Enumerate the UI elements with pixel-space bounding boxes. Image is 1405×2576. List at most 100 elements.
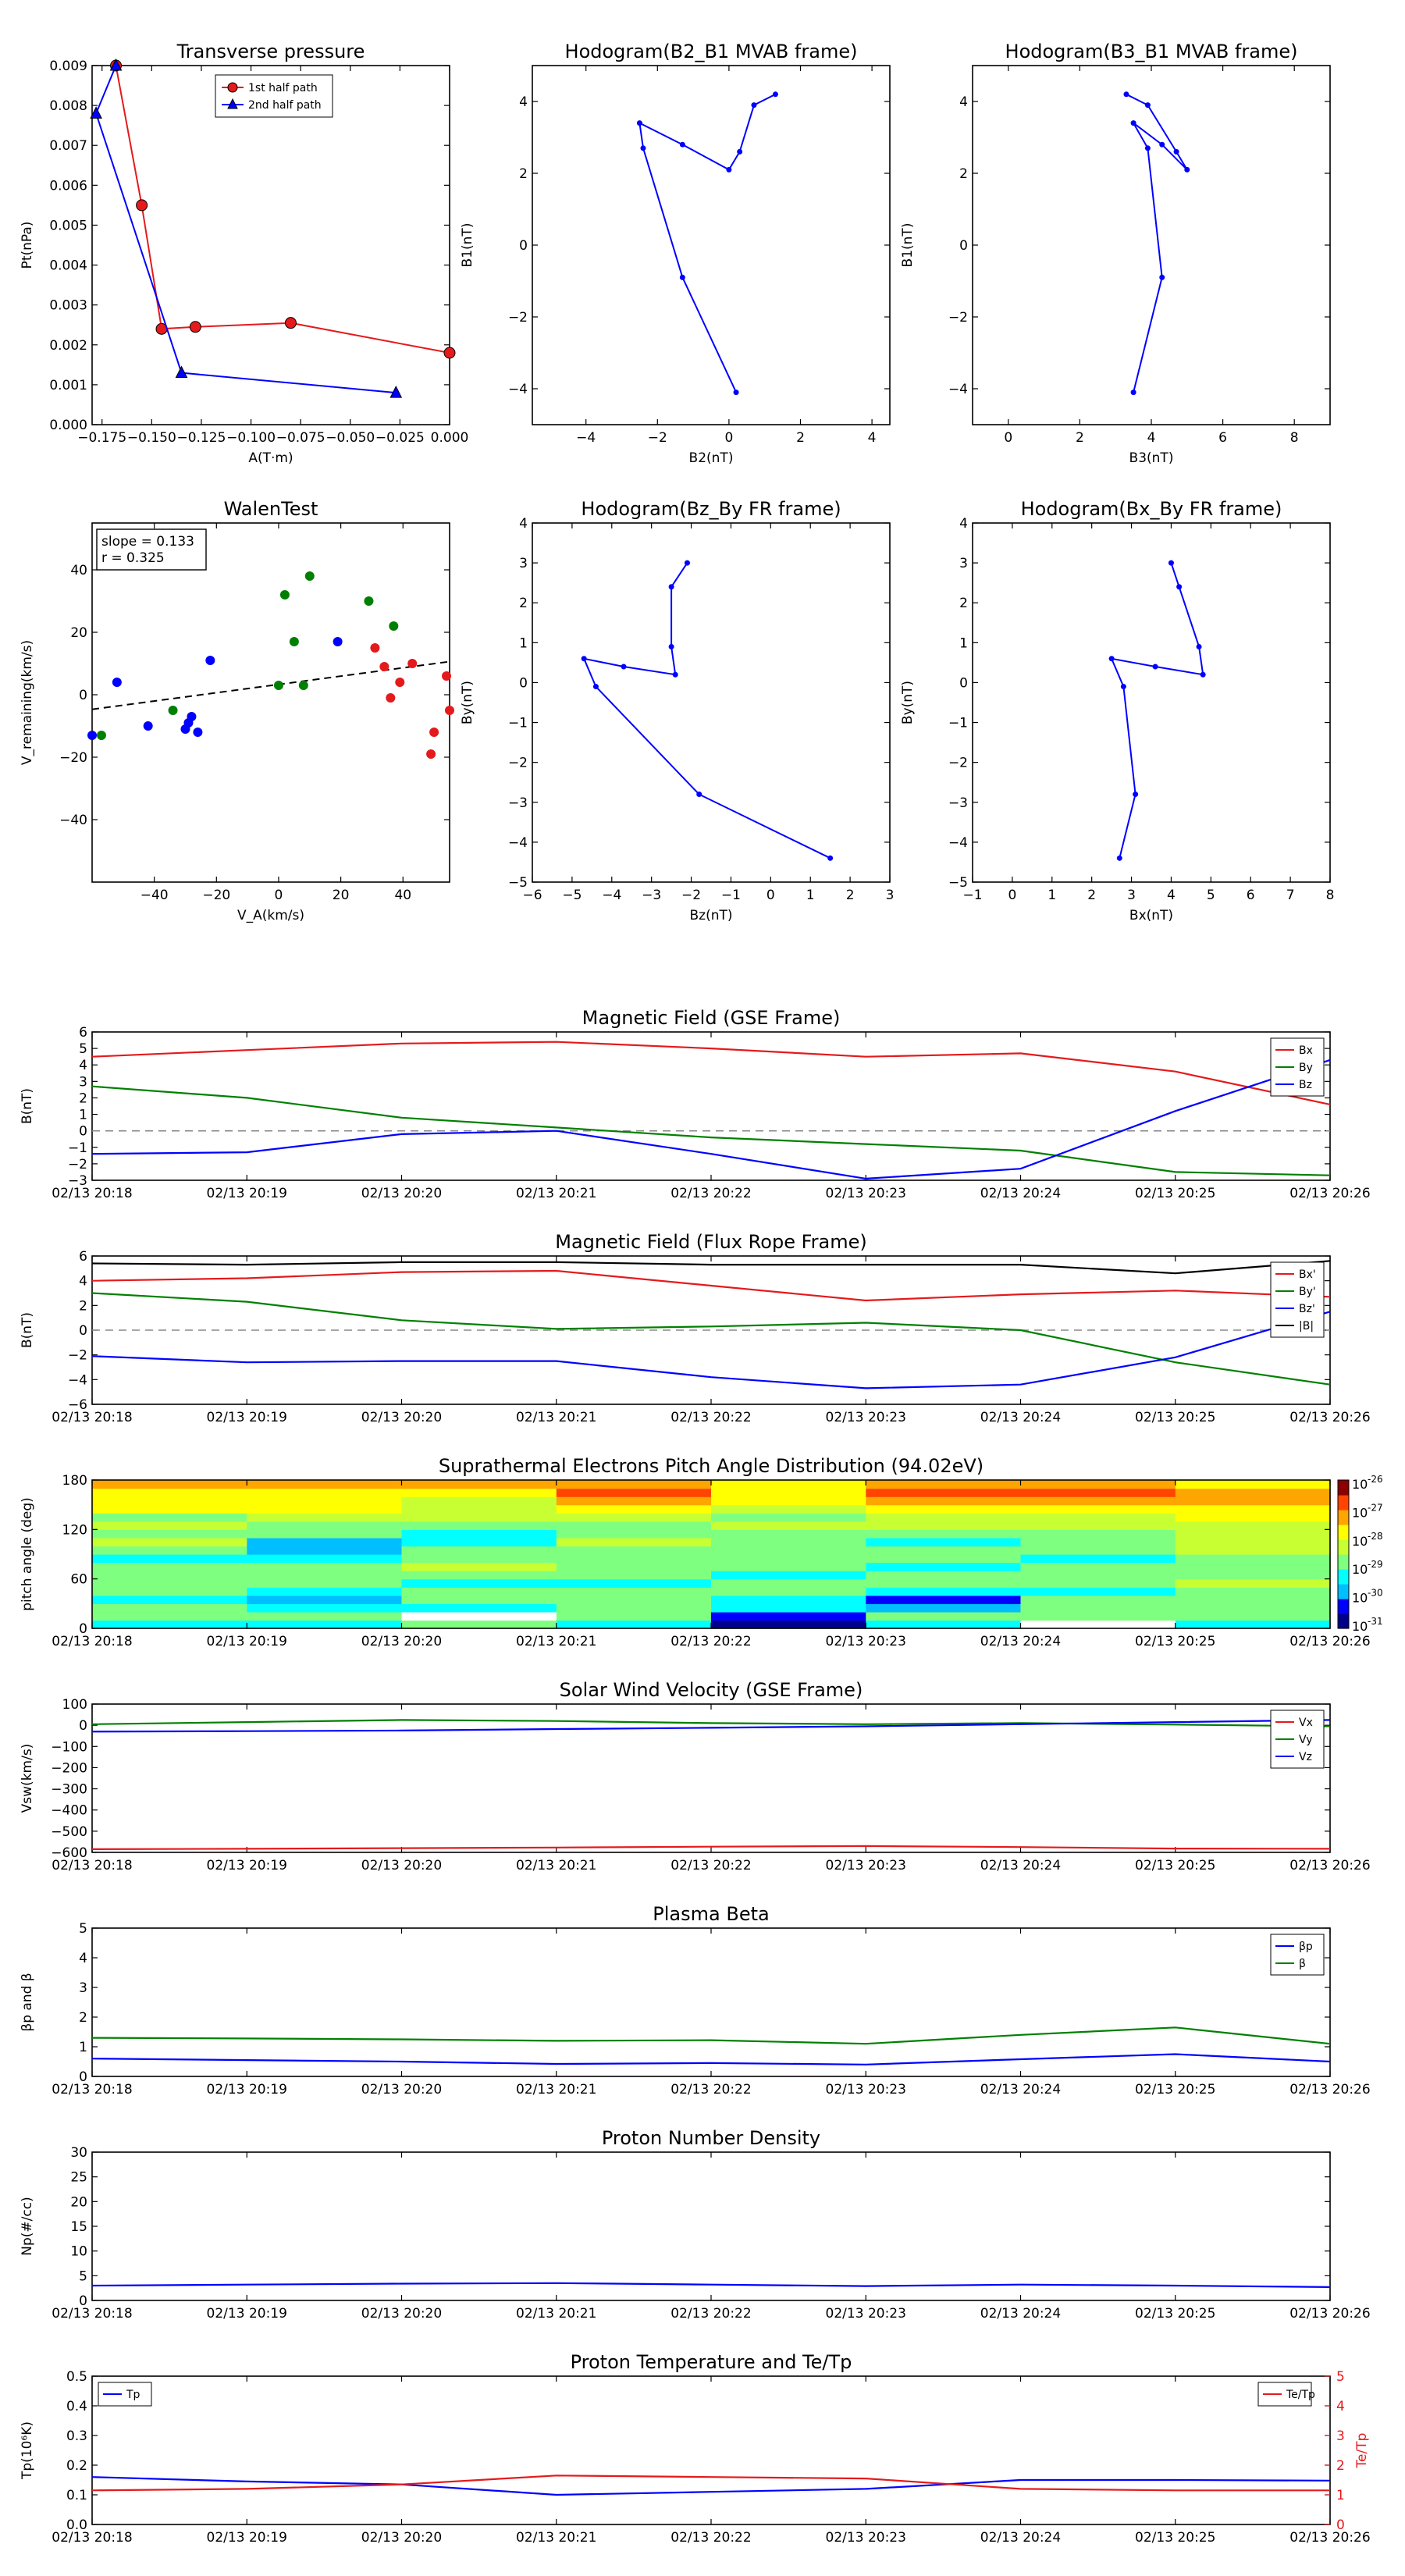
np-time-label: 02/13 20:20 bbox=[361, 2306, 442, 2322]
pad-cell bbox=[866, 1578, 1022, 1588]
h2-point bbox=[1184, 166, 1190, 173]
bgse-ytick-label: 5 bbox=[79, 1041, 87, 1057]
vsw-ytick-label: −400 bbox=[51, 1803, 87, 1819]
pad-cell bbox=[401, 1546, 557, 1555]
walen-xtick-label: −40 bbox=[140, 888, 169, 903]
pad-cell bbox=[866, 1571, 1022, 1580]
vsw-time-label: 02/13 20:19 bbox=[207, 1858, 287, 1873]
h3-point bbox=[668, 643, 674, 649]
bfr-time-label: 02/13 20:23 bbox=[826, 1410, 906, 1425]
pad-cell bbox=[247, 1611, 403, 1621]
pad-cell bbox=[711, 1571, 866, 1580]
walen-frame bbox=[91, 522, 450, 883]
h1-ytick-label: 4 bbox=[519, 94, 528, 110]
h4-series-line bbox=[1110, 562, 1204, 859]
tp-ytick-label: 0.2 bbox=[66, 2458, 87, 2474]
bgse-legend-label: Bz bbox=[1299, 1079, 1312, 1091]
pad-cell bbox=[556, 1529, 712, 1539]
walen-point bbox=[407, 659, 418, 668]
beta-series-line bbox=[91, 2026, 1331, 2045]
np-ytick-label: 25 bbox=[70, 2170, 87, 2186]
h4-xtick-label: 1 bbox=[1048, 888, 1056, 903]
h4-ytick-label: −2 bbox=[948, 756, 968, 771]
pad-cell bbox=[556, 1537, 712, 1547]
h2-xtick-label: 0 bbox=[1004, 430, 1012, 446]
pad-cell bbox=[401, 1529, 557, 1539]
h3-xtick-label: −4 bbox=[602, 888, 621, 903]
np-time-label: 02/13 20:25 bbox=[1135, 2306, 1215, 2322]
np-time-label: 02/13 20:23 bbox=[826, 2306, 906, 2322]
pad-colorbar-base: 10 bbox=[1352, 1591, 1368, 1606]
pad-cell bbox=[92, 1513, 247, 1522]
bfr-time-label: 02/13 20:20 bbox=[361, 1410, 442, 1425]
pad-cell bbox=[556, 1488, 712, 1497]
pad-cell bbox=[401, 1521, 557, 1530]
pad-cell bbox=[92, 1578, 247, 1588]
bfr-time-label: 02/13 20:18 bbox=[52, 1410, 132, 1425]
pad-cell bbox=[1175, 1611, 1331, 1621]
pad-cell bbox=[1175, 1587, 1331, 1596]
pad-cell bbox=[401, 1603, 557, 1613]
h2-point bbox=[1130, 120, 1136, 126]
pad-cell bbox=[92, 1504, 247, 1514]
beta-legend-label: βp bbox=[1299, 1941, 1313, 1953]
h3-ytick-label: −2 bbox=[508, 756, 528, 771]
h2-point bbox=[1130, 390, 1136, 396]
walen-point bbox=[193, 728, 203, 737]
bgse-ytick-label: 4 bbox=[79, 1058, 87, 1073]
h4-xtick-label: 0 bbox=[1008, 888, 1016, 903]
pad-colorbar-segment bbox=[1338, 1614, 1349, 1629]
walen-point bbox=[445, 706, 454, 715]
h3-ytick-label: 3 bbox=[519, 556, 528, 571]
pad-cell bbox=[1175, 1496, 1331, 1506]
tp-time-label: 02/13 20:26 bbox=[1289, 2530, 1370, 2546]
pad-colorbar-segment bbox=[1338, 1599, 1349, 1614]
pad-cell bbox=[1175, 1571, 1331, 1580]
pt-xtick-label: −0.100 bbox=[226, 430, 276, 446]
pad-cell bbox=[401, 1537, 557, 1547]
h3-ytick-label: 4 bbox=[519, 516, 528, 532]
h4-point bbox=[1133, 792, 1139, 798]
h1-title: Hodogram(B2_B1 MVAB frame) bbox=[565, 41, 858, 62]
h1-point bbox=[737, 148, 743, 155]
pad-cell bbox=[711, 1554, 866, 1564]
bfr-legend-label: By' bbox=[1299, 1286, 1316, 1298]
h1-ytick-label: 0 bbox=[519, 238, 528, 254]
pt-ytick-label: 0.004 bbox=[49, 258, 87, 274]
pad-time-label: 02/13 20:26 bbox=[1289, 1634, 1370, 1649]
pt-ytick-label: 0.007 bbox=[49, 138, 87, 154]
h4-ytick-label: −5 bbox=[948, 875, 968, 891]
bgse-legend-label: By bbox=[1299, 1062, 1313, 1074]
vsw-ytick-label: −200 bbox=[51, 1760, 87, 1776]
pad-cell bbox=[247, 1595, 403, 1604]
pad-cell bbox=[1020, 1578, 1176, 1588]
pad-cell bbox=[866, 1529, 1022, 1539]
h1-point bbox=[679, 141, 685, 148]
pad-cell bbox=[1020, 1595, 1176, 1604]
h4-ytick-label: −4 bbox=[948, 835, 968, 851]
bfr-legend-label: Bx' bbox=[1299, 1268, 1316, 1281]
h3-xtick-label: −2 bbox=[681, 888, 701, 903]
walen-xtick-label: 0 bbox=[275, 888, 283, 903]
h2-point bbox=[1144, 102, 1151, 109]
pad-cell bbox=[556, 1546, 712, 1555]
tp-series-line bbox=[91, 2475, 1330, 2492]
tp-series-line bbox=[91, 2476, 1331, 2496]
h1-series-line bbox=[638, 93, 776, 393]
pad-cell bbox=[92, 1529, 247, 1539]
h2-ylabel: B1(nT) bbox=[900, 223, 916, 268]
h3-point bbox=[696, 792, 702, 798]
pad-cell bbox=[711, 1537, 866, 1547]
pad-cell bbox=[711, 1603, 866, 1613]
pad-cell bbox=[556, 1480, 712, 1489]
pad-cell bbox=[866, 1603, 1022, 1613]
h2-frame bbox=[972, 65, 1331, 425]
walen-ytick-label: −40 bbox=[59, 813, 87, 828]
walen-point bbox=[304, 571, 315, 581]
pad-cell bbox=[1175, 1603, 1331, 1613]
bfr-ytick-label: −2 bbox=[68, 1348, 87, 1364]
pad-cell bbox=[711, 1521, 866, 1530]
pad-cell bbox=[1020, 1571, 1176, 1580]
tp-time-label: 02/13 20:25 bbox=[1135, 2530, 1215, 2546]
pad-cell bbox=[556, 1496, 712, 1506]
